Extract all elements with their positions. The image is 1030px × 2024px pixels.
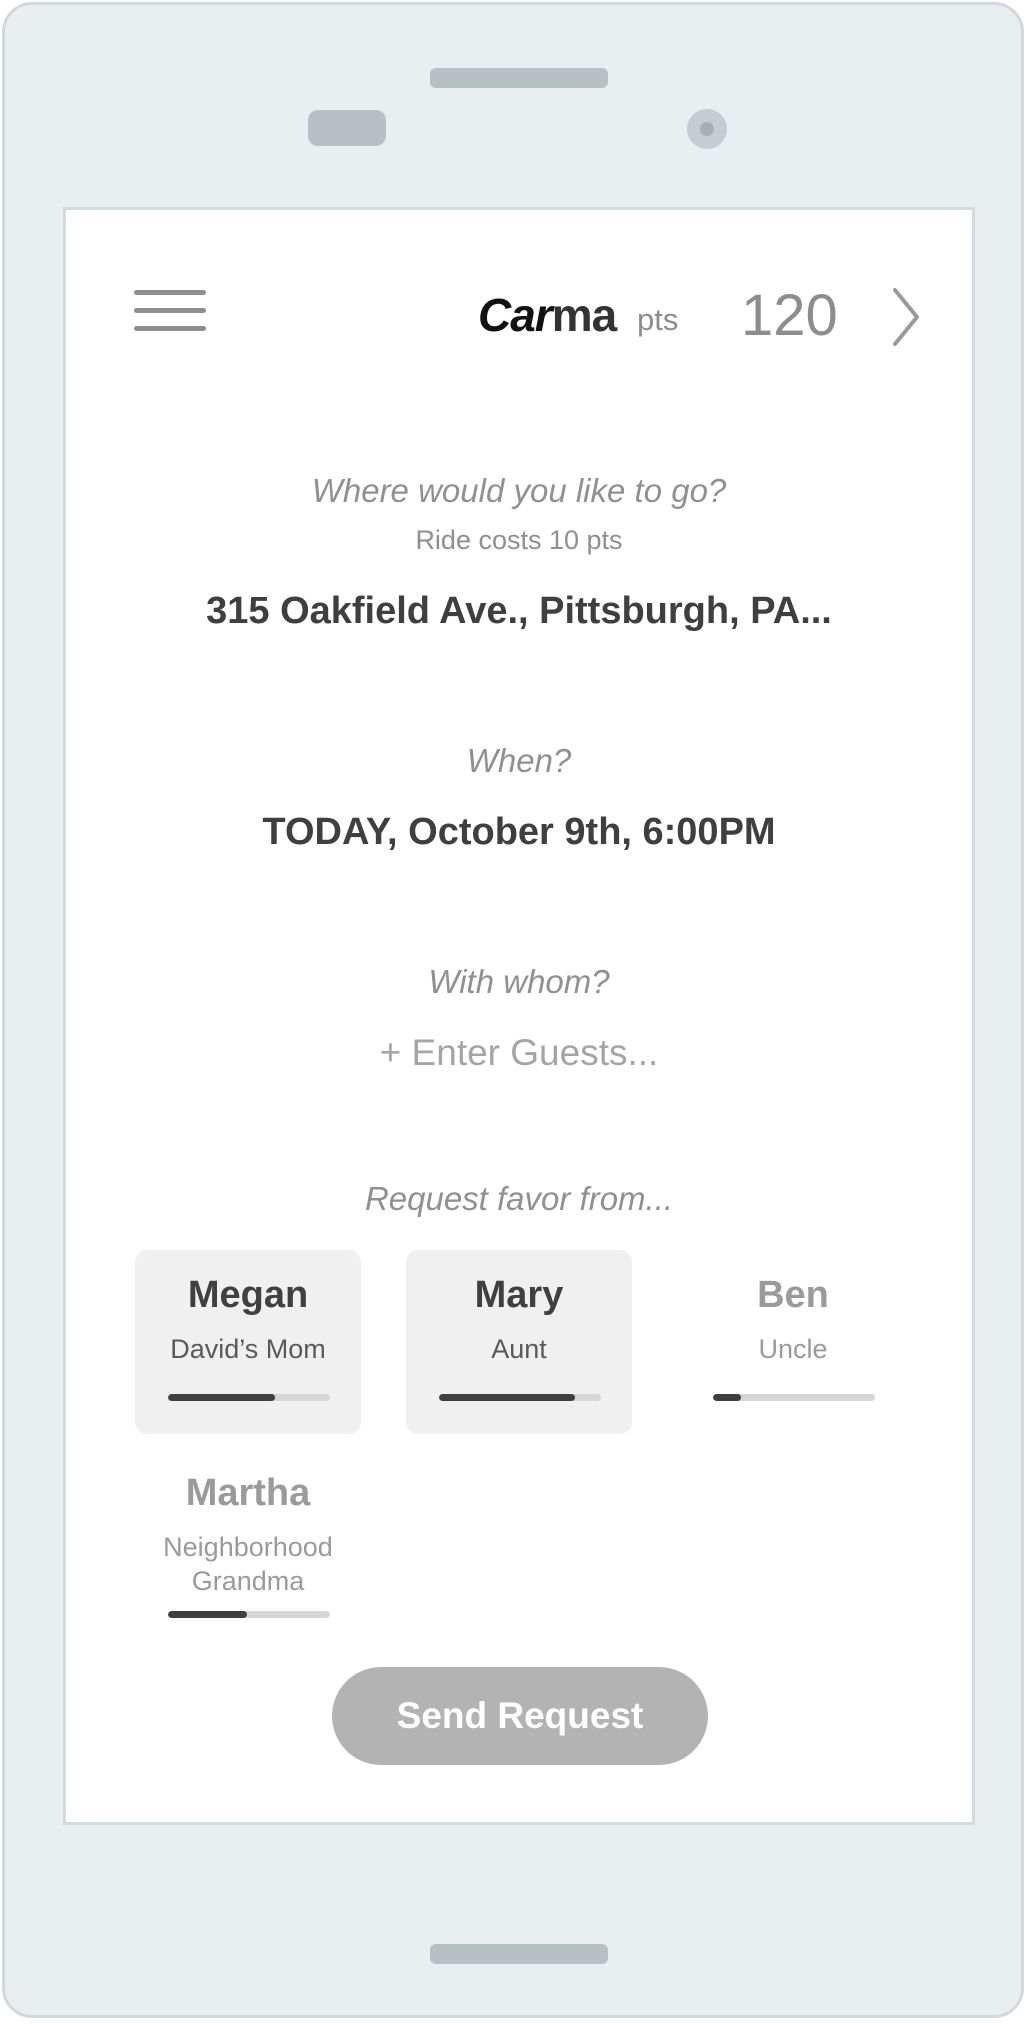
app-screen: Carma pts 120 Where would you like to go… bbox=[63, 207, 975, 1825]
hamburger-menu-icon[interactable] bbox=[134, 288, 206, 338]
contact-name: Ben bbox=[757, 1274, 829, 1316]
time-value[interactable]: TODAY, October 9th, 6:00PM bbox=[66, 811, 972, 854]
ride-cost-note: Ride costs 10 pts bbox=[415, 525, 623, 555]
contact-card-megan[interactable]: Megan David’s Mom bbox=[135, 1250, 361, 1434]
contact-relation: Neighborhood Grandma bbox=[163, 1532, 333, 1596]
guests-question: With whom? bbox=[428, 963, 610, 1000]
contact-name: Martha bbox=[185, 1472, 311, 1514]
destination-question: Where would you like to go? bbox=[311, 472, 727, 509]
contact-card-mary[interactable]: Mary Aunt bbox=[406, 1250, 632, 1434]
karma-level-bar bbox=[168, 1611, 330, 1618]
karma-level-bar bbox=[439, 1394, 601, 1401]
contact-name: Megan bbox=[187, 1274, 309, 1316]
karma-level-fill bbox=[168, 1611, 248, 1618]
front-camera-icon bbox=[687, 109, 727, 149]
favor-question: Request favor from... bbox=[364, 1180, 674, 1217]
points-label: pts bbox=[637, 302, 679, 337]
destination-value[interactable]: 315 Oakfield Ave., Pittsburgh, PA... bbox=[66, 590, 972, 633]
time-question: When? bbox=[466, 742, 572, 779]
contact-relation: Aunt bbox=[491, 1334, 547, 1364]
karma-level-fill bbox=[713, 1394, 741, 1401]
contact-card-ben[interactable]: Ben Uncle bbox=[680, 1250, 906, 1434]
chevron-right-icon[interactable] bbox=[881, 286, 931, 348]
send-request-button[interactable]: Send Request bbox=[332, 1667, 708, 1765]
karma-level-fill bbox=[439, 1394, 576, 1401]
karma-level-bar bbox=[713, 1394, 875, 1401]
karma-level-bar bbox=[168, 1394, 330, 1401]
phone-frame: Carma pts 120 Where would you like to go… bbox=[2, 2, 1024, 2018]
contact-relation: Uncle bbox=[758, 1334, 828, 1364]
contact-name: Mary bbox=[474, 1274, 564, 1316]
earpiece-speaker bbox=[430, 68, 608, 88]
guests-input[interactable]: + Enter Guests... bbox=[66, 1032, 972, 1074]
proximity-sensor bbox=[308, 110, 386, 146]
bottom-speaker bbox=[430, 1944, 608, 1964]
karma-level-fill bbox=[168, 1394, 275, 1401]
carma-logo: Carma bbox=[478, 289, 617, 341]
points-balance: 120 bbox=[741, 283, 838, 348]
contact-relation: David’s Mom bbox=[170, 1334, 326, 1364]
contact-card-martha[interactable]: Martha Neighborhood Grandma bbox=[135, 1448, 361, 1644]
